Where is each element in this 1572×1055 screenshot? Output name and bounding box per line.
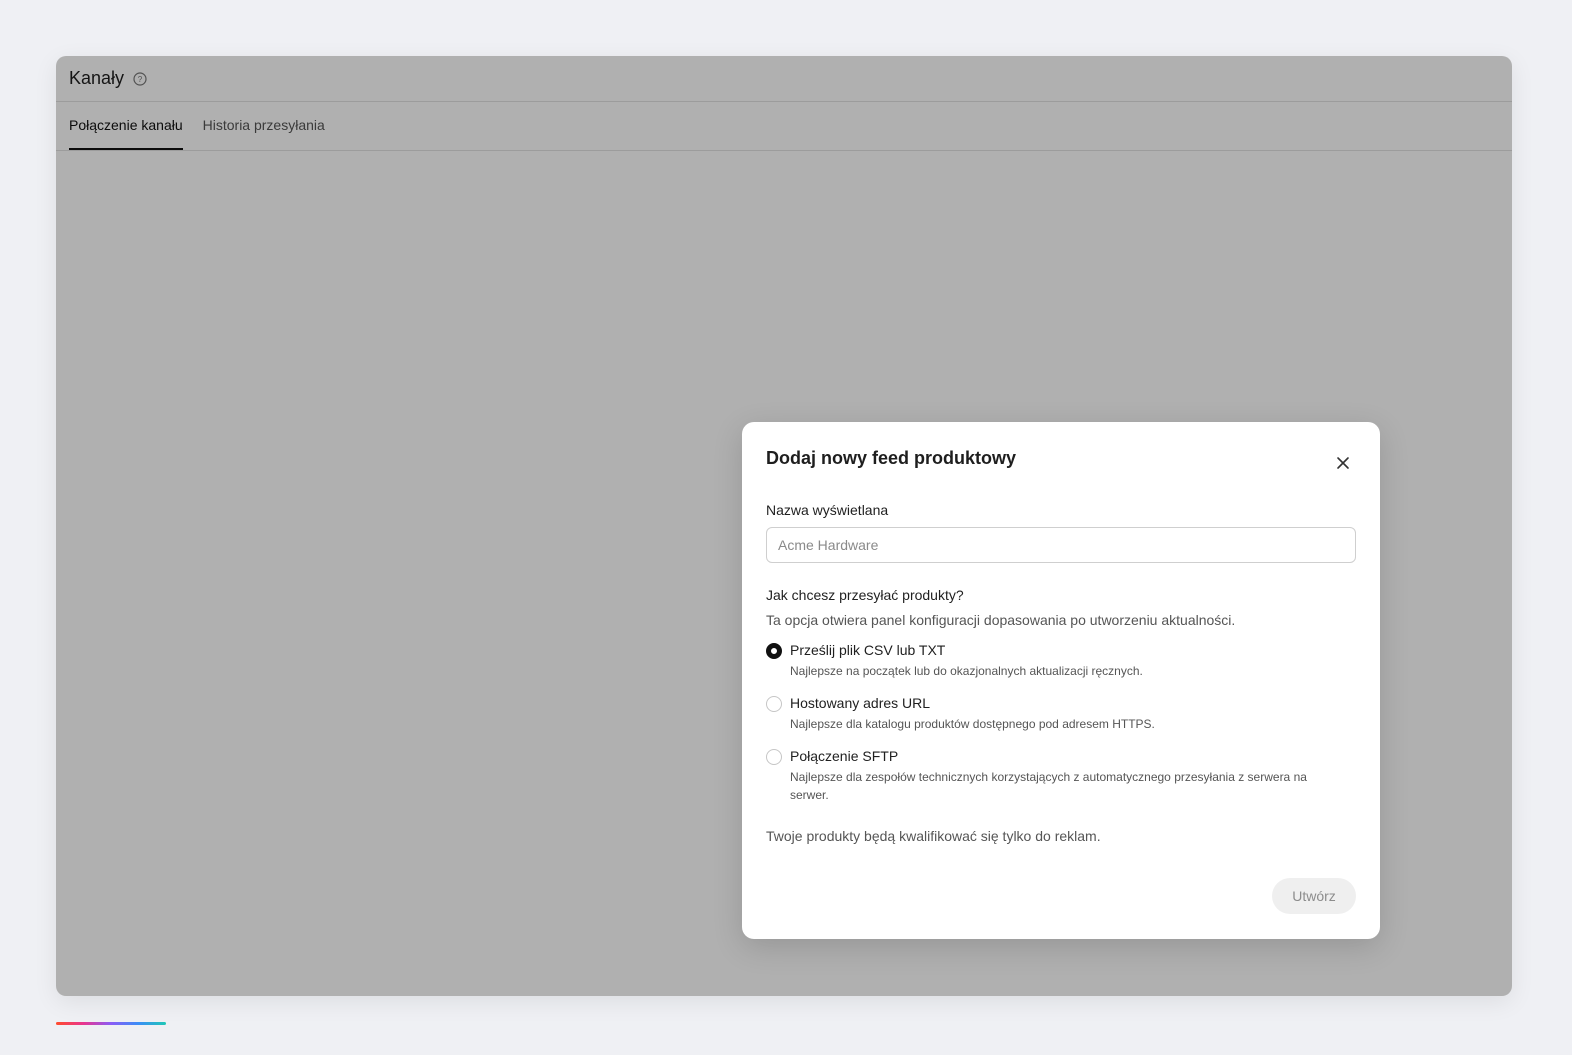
ads-eligibility-note: Twoje produkty będą kwalifikować się tyl… — [766, 828, 1101, 844]
upload-method-options: Prześlij plik CSV lub TXT Najlepsze na p… — [766, 642, 1356, 804]
upload-method-question: Jak chcesz przesyłać produkty? — [766, 587, 964, 603]
radio-button[interactable] — [766, 696, 782, 712]
option-description: Najlepsze na początek lub do okazjonalny… — [790, 664, 1143, 678]
brand-gradient-bar — [56, 1022, 166, 1025]
option-description: Najlepsze dla zespołów technicznych korz… — [790, 770, 1307, 802]
create-button[interactable]: Utwórz — [1272, 878, 1356, 914]
option-csv-upload[interactable]: Prześlij plik CSV lub TXT Najlepsze na p… — [766, 642, 1356, 680]
option-label: Hostowany adres URL — [790, 695, 931, 711]
option-label: Połączenie SFTP — [790, 748, 899, 764]
radio-button[interactable] — [766, 749, 782, 765]
radio-button-selected[interactable] — [766, 643, 782, 659]
option-sftp[interactable]: Połączenie SFTP Najlepsze dla zespołów t… — [766, 748, 1356, 804]
display-name-label: Nazwa wyświetlana — [766, 502, 889, 518]
close-icon — [1337, 457, 1349, 469]
option-hosted-url[interactable]: Hostowany adres URL Najlepsze dla katalo… — [766, 695, 1356, 733]
option-description: Najlepsze dla katalogu produktów dostępn… — [790, 717, 1155, 731]
display-name-input[interactable] — [766, 527, 1356, 563]
add-feed-dialog: Dodaj nowy feed produktowy Nazwa wyświet… — [742, 422, 1380, 939]
dialog-title: Dodaj nowy feed produktowy — [766, 448, 1017, 468]
close-button[interactable] — [1332, 452, 1354, 474]
option-label: Prześlij plik CSV lub TXT — [790, 642, 946, 658]
upload-method-hint: Ta opcja otwiera panel konfiguracji dopa… — [766, 612, 1236, 628]
